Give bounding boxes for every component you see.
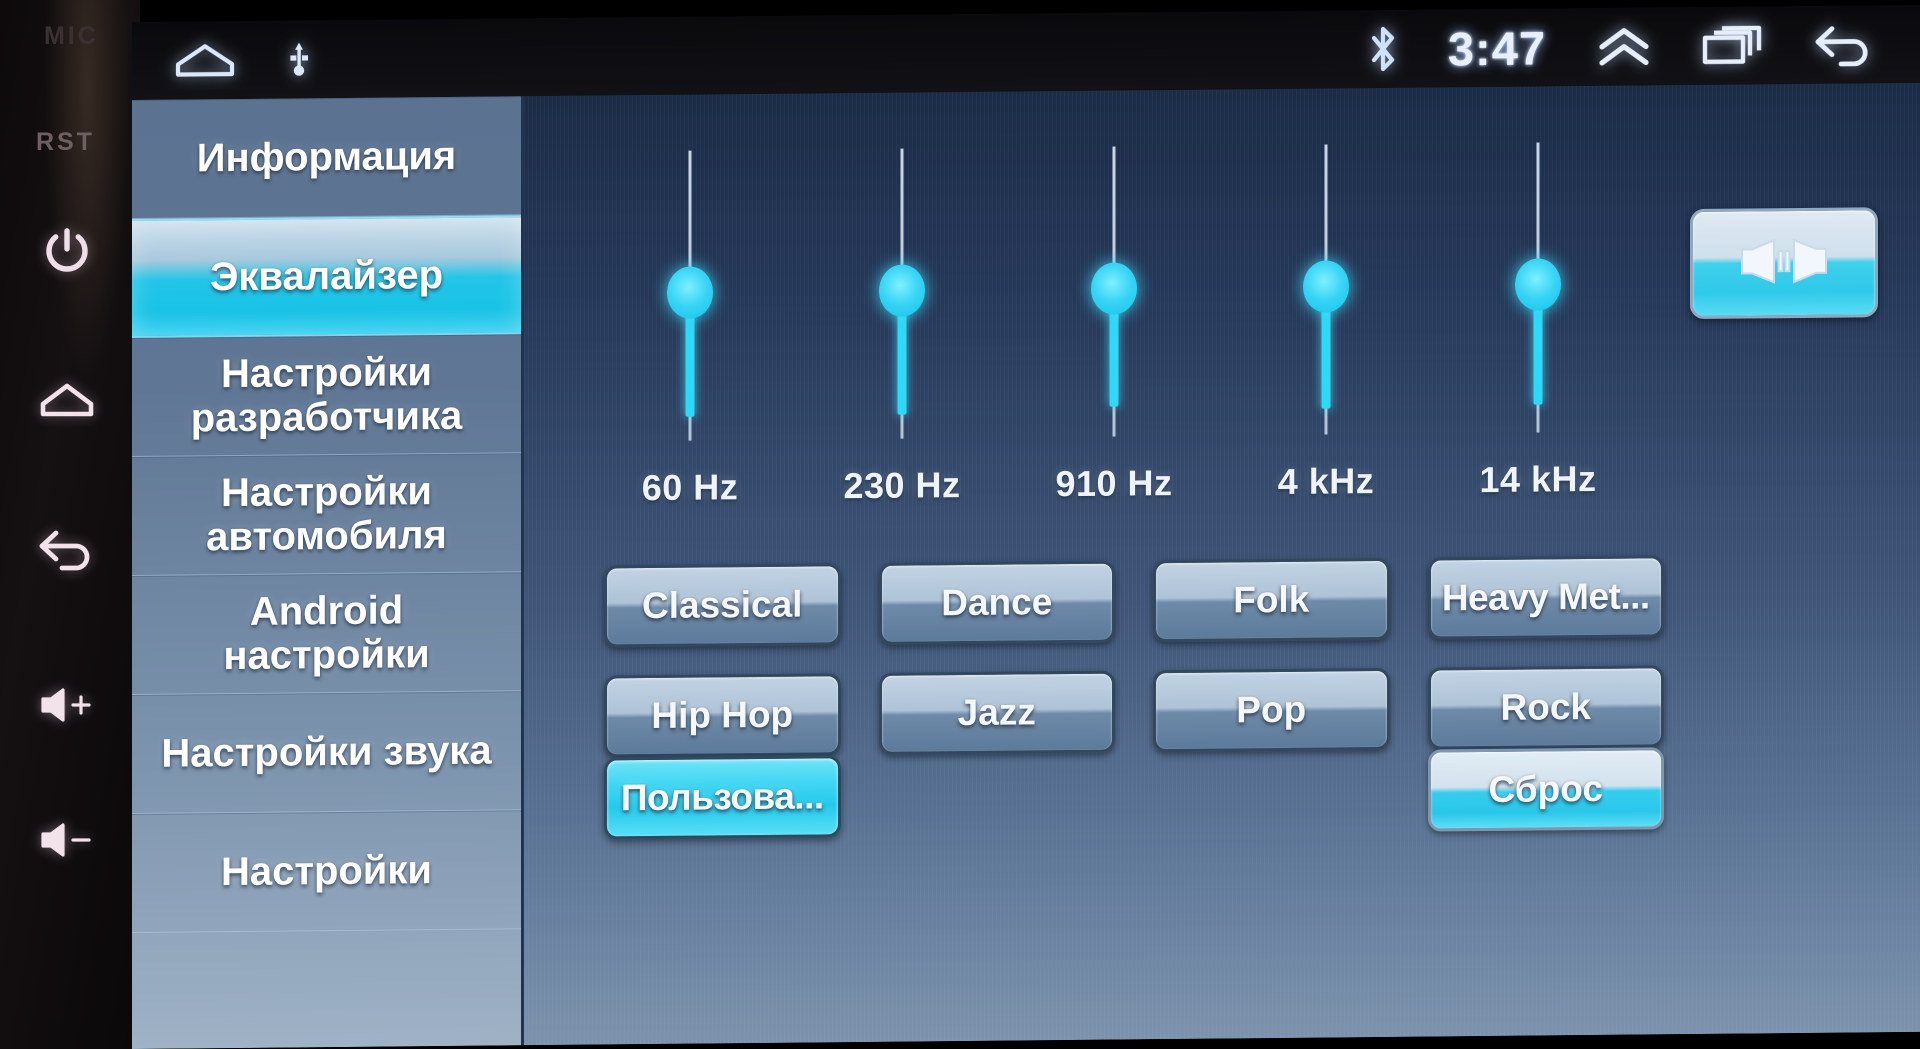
eq-band-label: 14 kHz: [1479, 457, 1597, 501]
status-bar-clock: 3:47: [1447, 20, 1546, 75]
volume-down-button[interactable]: [18, 805, 116, 875]
eq-band-60hz[interactable]: 60 Hz: [584, 114, 796, 508]
eq-band-label: 60 Hz: [641, 466, 739, 509]
volume-up-button[interactable]: [18, 670, 116, 740]
eq-band-14khz[interactable]: 14 kHz: [1432, 105, 1644, 500]
eq-band-label: 910 Hz: [1055, 462, 1173, 505]
eq-thumb[interactable]: [879, 264, 925, 317]
settings-sidebar: Информация Эквалайзер Настройки разработ…: [132, 96, 524, 1049]
sidebar-item-sound-settings[interactable]: Настройки звука: [132, 691, 521, 814]
preset-button-hip-hop[interactable]: Hip Hop: [604, 673, 841, 758]
eq-band-910hz[interactable]: 910 Hz: [1008, 110, 1220, 504]
bluetooth-icon: [1368, 26, 1398, 72]
preset-button-rock[interactable]: Rock: [1427, 665, 1664, 750]
device-bezel: MIC RST: [0, 0, 140, 1049]
sidebar-item-equalizer[interactable]: Эквалайзер: [132, 215, 521, 338]
back-button[interactable]: [18, 515, 116, 585]
back-arrow-icon[interactable]: [1814, 21, 1876, 68]
eq-band-label: 230 Hz: [843, 464, 961, 507]
app-body: Информация Эквалайзер Настройки разработ…: [132, 82, 1920, 1049]
status-bar-left: [132, 39, 310, 81]
sidebar-item-information[interactable]: Информация: [132, 96, 521, 219]
power-button[interactable]: [18, 215, 116, 285]
equalizer-panel: 60 Hz 230 Hz 910 Hz 4 kHz 14 kHz Classic…: [524, 82, 1920, 1046]
preset-button-dance[interactable]: Dance: [878, 560, 1115, 645]
touchscreen: 3:47 Информация Эквалайзер Настройки раз…: [132, 4, 1920, 1049]
recent-apps-icon[interactable]: [1702, 24, 1764, 67]
eq-thumb[interactable]: [1515, 258, 1561, 311]
balance-fader-icon: [1736, 231, 1832, 295]
mic-label: MIC: [44, 22, 99, 50]
chevron-double-up-icon[interactable]: [1596, 24, 1652, 69]
usb-icon: [288, 41, 310, 77]
power-icon: [40, 223, 94, 277]
back-icon: [38, 527, 96, 573]
sidebar-item-developer-settings[interactable]: Настройки разработчика: [132, 334, 521, 457]
home-button[interactable]: [18, 365, 116, 435]
reset-button[interactable]: Сброс: [1427, 747, 1664, 832]
sidebar-item-car-settings[interactable]: Настройки автомобиля: [132, 453, 521, 576]
home-icon: [39, 376, 95, 424]
eq-thumb[interactable]: [667, 266, 713, 319]
balance-fader-button[interactable]: [1690, 207, 1878, 320]
rst-label: RST: [36, 128, 95, 156]
sidebar-item-android-settings[interactable]: Android настройки: [132, 572, 521, 695]
eq-band-label: 4 kHz: [1277, 460, 1375, 503]
eq-preset-grid: Classical Dance Folk Heavy Met... Hip Ho…: [604, 555, 1664, 758]
preset-button-heavy-metal[interactable]: Heavy Met...: [1427, 555, 1664, 640]
preset-button-folk[interactable]: Folk: [1153, 557, 1390, 643]
volume-down-icon: [37, 820, 97, 860]
eq-thumb[interactable]: [1303, 260, 1349, 313]
eq-thumb[interactable]: [1091, 262, 1137, 315]
sidebar-item-settings[interactable]: Настройки: [132, 810, 521, 933]
eq-band-230hz[interactable]: 230 Hz: [796, 112, 1008, 506]
head-unit-screenshot: MIC RST 3:47 Информация Эквалайзер Настр…: [0, 0, 1920, 1049]
preset-button-classical[interactable]: Classical: [604, 563, 841, 648]
eq-bottom-row: Пользова... Сброс: [604, 747, 1664, 840]
equalizer-sliders: 60 Hz 230 Hz 910 Hz 4 kHz 14 kHz: [584, 105, 1644, 508]
preset-button-jazz[interactable]: Jazz: [878, 670, 1115, 755]
preset-button-user[interactable]: Пользова...: [604, 755, 841, 840]
status-bar-right: 3:47: [1368, 16, 1920, 76]
preset-button-pop[interactable]: Pop: [1153, 667, 1390, 753]
home-icon[interactable]: [174, 40, 236, 81]
volume-up-icon: [37, 685, 97, 725]
eq-band-4khz[interactable]: 4 kHz: [1220, 108, 1432, 502]
